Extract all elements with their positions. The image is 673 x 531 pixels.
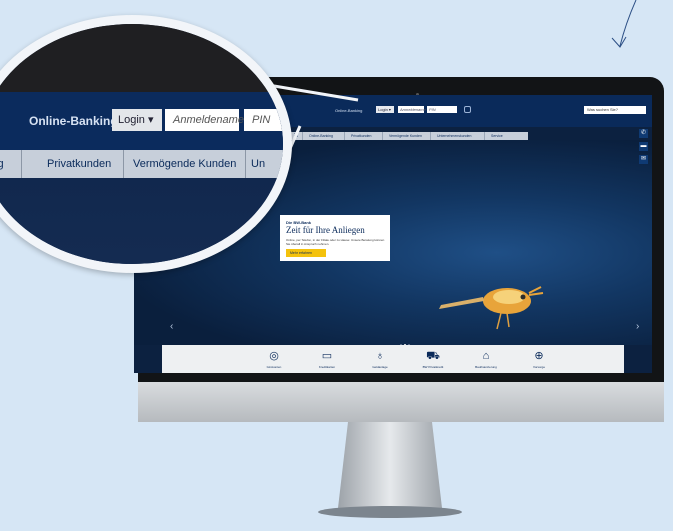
zoom-login-select[interactable]: Login ▾ <box>112 109 162 131</box>
zoom-online-banking-label: Online-Banking <box>29 114 118 128</box>
zoom-nav-item-vermoegende-kunden[interactable]: Vermögende Kunden <box>133 150 236 178</box>
zoom-nav-item-unternehmenskunden[interactable]: Un <box>251 150 265 178</box>
zoom-nav: ing Privatkunden Vermögende Kunden Un <box>0 150 283 178</box>
zoom-nav-item-privatkunden[interactable]: Privatkunden <box>47 150 111 178</box>
zoom-nav-item-online-banking[interactable]: ing <box>0 150 4 178</box>
zoom-dark-area <box>0 24 283 92</box>
zoom-username-field[interactable]: Anmeldename <box>165 109 244 131</box>
zoom-nav-separator <box>21 150 22 178</box>
magnifier-zoom: Online-Banking Login ▾ Anmeldename PIN i… <box>0 15 292 273</box>
zoom-hero-area <box>0 178 283 264</box>
zoom-pin-field[interactable]: PIN <box>244 109 283 131</box>
zoom-nav-separator <box>123 150 124 178</box>
zoom-nav-separator <box>245 150 246 178</box>
